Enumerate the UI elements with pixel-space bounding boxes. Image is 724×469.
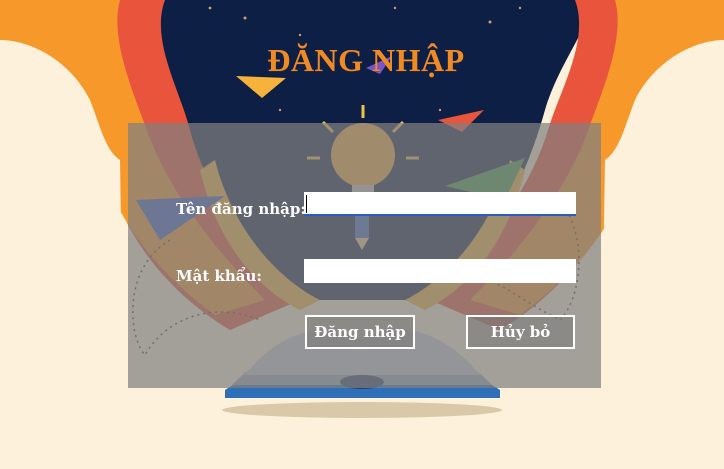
password-label: Mật khẩu: xyxy=(176,267,262,285)
text-cursor xyxy=(306,195,307,213)
username-label: Tên đăng nhập: xyxy=(176,200,306,218)
password-input[interactable] xyxy=(304,259,576,283)
cancel-button[interactable]: Hủy bỏ xyxy=(466,315,575,349)
username-input[interactable] xyxy=(304,192,576,216)
page-title: ĐĂNG NHẬP xyxy=(267,42,465,78)
login-button[interactable]: Đăng nhập xyxy=(305,315,415,349)
